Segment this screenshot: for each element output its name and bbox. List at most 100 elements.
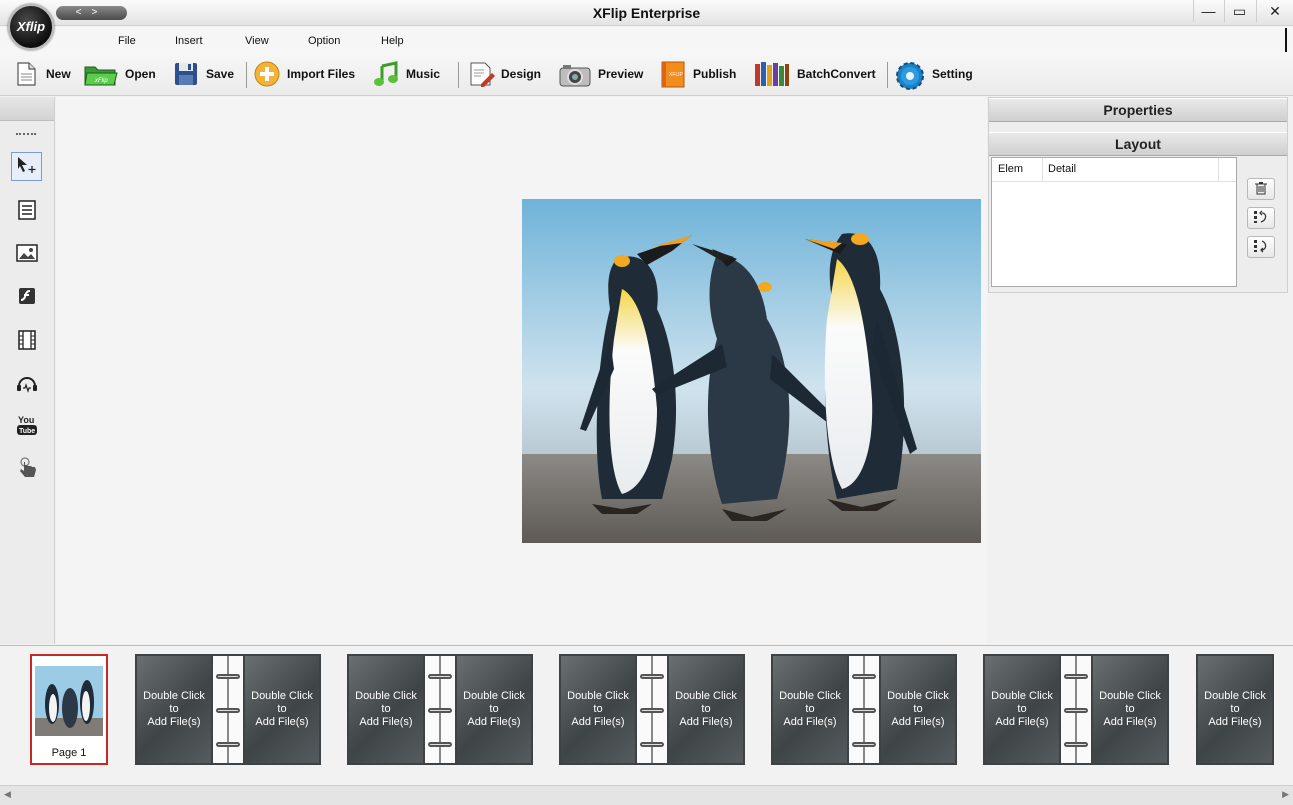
column-detail[interactable]: Detail (1048, 163, 1076, 175)
image-tool[interactable] (11, 240, 42, 269)
hand-tool[interactable] (11, 455, 42, 484)
placeholder-line: to (169, 703, 179, 715)
empty-page-slot[interactable]: Double Click to Add File(s) (667, 654, 745, 765)
placeholder-line: Double Click (567, 690, 629, 702)
move-up-button[interactable] (1247, 207, 1275, 229)
main-toolbar: New xFlip Open Save Import Files Music D… (0, 52, 1293, 96)
empty-page-slot[interactable]: Double Click to Add File(s) (347, 654, 425, 765)
preview-button[interactable]: Preview (558, 58, 643, 90)
spiral-binding (849, 654, 879, 765)
flash-icon (17, 286, 37, 309)
design-icon (467, 60, 495, 88)
empty-page-slot[interactable]: Double Click to Add File(s) (559, 654, 637, 765)
move-down-button[interactable] (1247, 236, 1275, 258)
music-button[interactable]: Music (372, 58, 440, 90)
properties-panel: Properties Layout Elem Detail (988, 97, 1288, 293)
empty-page-slot[interactable]: Double Click to Add File(s) (243, 654, 321, 765)
books-icon (753, 60, 791, 88)
placeholder-line: Add File(s) (571, 716, 625, 728)
placeholder-line: Double Click (463, 690, 525, 702)
empty-page-slot[interactable]: Double Click to Add File(s) (1091, 654, 1169, 765)
menu-view[interactable]: View (245, 35, 269, 47)
menu-option[interactable]: Option (308, 35, 340, 47)
placeholder-line: Add File(s) (995, 716, 1049, 728)
select-move-tool[interactable] (11, 152, 42, 181)
empty-page-slot[interactable]: Double Click to Add File(s) (455, 654, 533, 765)
audio-tool[interactable] (11, 370, 42, 399)
design-button[interactable]: Design (467, 58, 541, 90)
menu-help[interactable]: Help (381, 35, 404, 47)
properties-header[interactable]: Properties (989, 98, 1287, 122)
open-folder-icon: xFlip (83, 60, 119, 88)
placeholder-line: to (489, 703, 499, 715)
svg-text:You: You (18, 415, 34, 425)
open-button[interactable]: xFlip Open (83, 58, 156, 90)
toolbar-separator (246, 62, 247, 88)
title-bar: <> XFlip Enterprise — ▭ ✕ (0, 0, 1293, 26)
gear-icon (894, 60, 926, 90)
placeholder-line: Double Click (1204, 690, 1266, 702)
youtube-icon: You Tube (16, 414, 38, 439)
placeholder-line: Double Click (1099, 690, 1161, 702)
music-label: Music (406, 67, 441, 81)
page-thumbnail-strip: Page 1 Double Click to Add File(s) Double … (0, 645, 1293, 785)
scroll-left-icon[interactable]: ◀ (4, 789, 11, 800)
placeholder-line: Add File(s) (467, 716, 521, 728)
toolbar-separator (458, 62, 459, 88)
king-penguins-photo[interactable] (522, 199, 981, 543)
empty-page-slot[interactable]: Double Click to Add File(s) (1196, 654, 1274, 765)
column-elem[interactable]: Elem (998, 163, 1023, 175)
column-divider (1218, 158, 1219, 182)
maximize-button[interactable]: ▭ (1224, 0, 1254, 22)
close-button[interactable]: ✕ (1256, 0, 1293, 22)
youtube-tool[interactable]: You Tube (11, 412, 42, 441)
spiral-binding (425, 654, 455, 765)
placeholder-line: Add File(s) (1103, 716, 1157, 728)
new-button[interactable]: New (12, 58, 71, 90)
placeholder-line: Double Click (675, 690, 737, 702)
horizontal-scrollbar[interactable]: ◀ ▶ (0, 785, 1293, 805)
design-canvas[interactable] (56, 97, 987, 644)
empty-page-slot[interactable]: Double Click to Add File(s) (771, 654, 849, 765)
page-thumbnail-1[interactable]: Page 1 (30, 654, 108, 765)
placeholder-line: Double Click (779, 690, 841, 702)
empty-page-slot[interactable]: Double Click to Add File(s) (135, 654, 213, 765)
import-files-button[interactable]: Import Files (253, 58, 355, 90)
save-button[interactable]: Save (172, 58, 234, 90)
placeholder-line: Add File(s) (147, 716, 201, 728)
menu-divider (1285, 28, 1287, 52)
placeholder-line: Add File(s) (891, 716, 945, 728)
menu-file[interactable]: File (118, 35, 136, 47)
tool-strip: You Tube (0, 97, 55, 644)
scroll-right-icon[interactable]: ▶ (1282, 789, 1289, 800)
page-1-caption: Page 1 (51, 747, 87, 759)
camera-icon (558, 60, 592, 88)
publish-button[interactable]: XFLIP Publish (659, 58, 736, 90)
menu-insert[interactable]: Insert (175, 35, 203, 47)
layout-header[interactable]: Layout (989, 132, 1287, 156)
svg-text:Tube: Tube (19, 428, 35, 435)
placeholder-line: Double Click (887, 690, 949, 702)
placeholder-line: to (1125, 703, 1135, 715)
xflip-logo[interactable]: Xflip (8, 4, 54, 50)
import-plus-icon (253, 60, 281, 88)
empty-page-slot[interactable]: Double Click to Add File(s) (879, 654, 957, 765)
minimize-button[interactable]: — (1193, 0, 1223, 22)
layout-list[interactable]: Elem Detail (991, 157, 1237, 287)
text-icon (17, 200, 37, 223)
column-divider (1042, 158, 1043, 182)
delete-element-button[interactable] (1247, 178, 1275, 200)
empty-page-slot[interactable]: Double Click to Add File(s) (983, 654, 1061, 765)
grip-handle[interactable] (16, 133, 36, 135)
batch-convert-button[interactable]: BatchConvert (753, 58, 876, 90)
placeholder-line: Double Click (143, 690, 205, 702)
window-title: XFlip Enterprise (592, 5, 701, 21)
text-tool[interactable] (11, 197, 42, 226)
video-tool[interactable] (11, 327, 42, 356)
trash-icon (1254, 181, 1268, 198)
spiral-binding (637, 654, 667, 765)
setting-button[interactable]: Setting (894, 58, 973, 90)
save-label: Save (206, 67, 235, 81)
flash-tool[interactable] (11, 283, 42, 312)
layout-list-header: Elem Detail (992, 158, 1236, 182)
